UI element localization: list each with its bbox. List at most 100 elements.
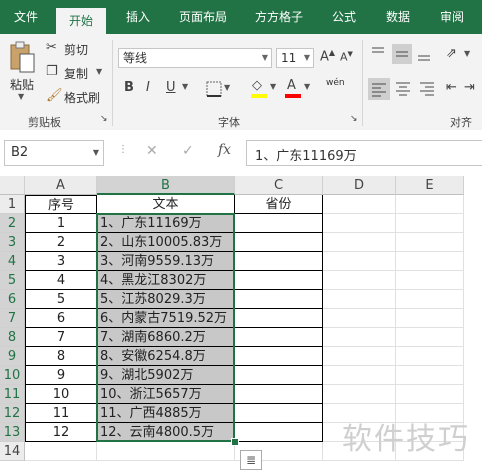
header-cell[interactable]: [396, 195, 464, 214]
cancel-icon[interactable]: ✕: [146, 143, 158, 159]
table-cell[interactable]: [396, 328, 464, 347]
table-cell[interactable]: [235, 309, 323, 328]
table-cell[interactable]: [323, 252, 396, 271]
bold-button[interactable]: B: [124, 80, 134, 95]
table-cell[interactable]: [235, 233, 323, 252]
table-cell[interactable]: [323, 233, 396, 252]
table-cell-text[interactable]: 12、云南4800.5万: [97, 423, 235, 442]
table-cell[interactable]: [396, 252, 464, 271]
function-icon[interactable]: fx: [218, 142, 231, 158]
row-header-14[interactable]: 14: [0, 442, 25, 461]
column-header-d[interactable]: D: [323, 176, 396, 195]
phonetic-guide-button[interactable]: wén: [326, 78, 345, 88]
table-cell-text[interactable]: 3、河南9559.13万: [97, 252, 235, 271]
table-cell-text[interactable]: 10、浙江5657万: [97, 385, 235, 404]
row-header-7[interactable]: 7: [0, 309, 25, 328]
table-cell[interactable]: [235, 214, 323, 233]
table-cell[interactable]: [396, 214, 464, 233]
table-cell-index[interactable]: 11: [25, 404, 97, 423]
copy-button[interactable]: ❐ 复制 ▼: [46, 64, 110, 82]
row-header-4[interactable]: 4: [0, 252, 25, 271]
tab-page-layout[interactable]: 页面布局: [170, 0, 236, 34]
column-header-b[interactable]: B: [97, 176, 235, 195]
table-cell[interactable]: [323, 309, 396, 328]
orientation-button[interactable]: ⇗ ▼: [446, 46, 476, 64]
table-cell[interactable]: [235, 290, 323, 309]
row-header-8[interactable]: 8: [0, 328, 25, 347]
table-cell-text[interactable]: 2、山东10005.83万: [97, 233, 235, 252]
table-cell-index[interactable]: 7: [25, 328, 97, 347]
tab-home[interactable]: 开始: [56, 8, 106, 34]
tab-data[interactable]: 数据: [376, 0, 420, 34]
align-right-button[interactable]: [418, 80, 436, 98]
increase-font-icon[interactable]: A▲: [320, 48, 335, 64]
table-cell[interactable]: [323, 214, 396, 233]
row-header-11[interactable]: 11: [0, 385, 25, 404]
table-cell[interactable]: [235, 385, 323, 404]
font-color-button[interactable]: A ▼: [284, 78, 314, 100]
column-header-c[interactable]: C: [235, 176, 323, 195]
table-cell-text[interactable]: 1、广东11169万: [97, 214, 235, 233]
row-header-5[interactable]: 5: [0, 271, 25, 290]
table-cell[interactable]: [235, 366, 323, 385]
row-header-13[interactable]: 13: [0, 423, 25, 442]
quick-analysis-icon[interactable]: ≣: [240, 450, 262, 470]
align-top-button[interactable]: [370, 46, 388, 64]
check-icon[interactable]: ✓: [182, 143, 194, 159]
decrease-indent-icon[interactable]: ⇤: [446, 80, 457, 95]
table-cell-index[interactable]: 3: [25, 252, 97, 271]
table-cell-index[interactable]: 12: [25, 423, 97, 442]
table-cell[interactable]: [396, 271, 464, 290]
table-cell-text[interactable]: 7、湖南6860.2万: [97, 328, 235, 347]
chevron-down-icon[interactable]: ▼: [182, 82, 188, 91]
format-painter-button[interactable]: 🖌 格式刷: [46, 88, 106, 106]
row-header-2[interactable]: 2: [0, 214, 25, 233]
increase-indent-icon[interactable]: ⇥: [464, 80, 475, 95]
font-name-select[interactable]: 等线 ▼: [118, 48, 272, 68]
italic-button[interactable]: I: [146, 80, 150, 95]
table-cell[interactable]: [323, 347, 396, 366]
align-bottom-button[interactable]: [416, 46, 434, 64]
formula-input[interactable]: 1、广东11169万: [246, 140, 482, 166]
table-cell-text[interactable]: 11、广西4885万: [97, 404, 235, 423]
align-middle-button[interactable]: [392, 44, 412, 64]
row-header-9[interactable]: 9: [0, 347, 25, 366]
table-cell[interactable]: [235, 423, 323, 442]
table-cell[interactable]: [396, 290, 464, 309]
row-header-10[interactable]: 10: [0, 366, 25, 385]
cut-button[interactable]: ✂ 剪切: [46, 40, 106, 58]
table-cell-text[interactable]: 5、江苏8029.3万: [97, 290, 235, 309]
paste-button[interactable]: 粘贴 ▼: [6, 38, 40, 106]
row-header-6[interactable]: 6: [0, 290, 25, 309]
column-header-a[interactable]: A: [25, 176, 97, 195]
table-cell[interactable]: [396, 309, 464, 328]
row-header-3[interactable]: 3: [0, 233, 25, 252]
tab-file[interactable]: 文件: [6, 0, 46, 34]
header-cell[interactable]: 序号: [25, 195, 97, 214]
table-cell[interactable]: [235, 252, 323, 271]
table-cell[interactable]: [396, 347, 464, 366]
decrease-font-icon[interactable]: A▼: [340, 50, 353, 64]
table-cell[interactable]: [323, 290, 396, 309]
table-cell[interactable]: [25, 442, 97, 461]
header-cell[interactable]: 省份: [235, 195, 323, 214]
table-cell[interactable]: [235, 347, 323, 366]
table-cell[interactable]: [97, 442, 235, 461]
column-header-e[interactable]: E: [396, 176, 464, 195]
table-cell-text[interactable]: 4、黑龙江8302万: [97, 271, 235, 290]
table-cell[interactable]: [235, 328, 323, 347]
table-cell[interactable]: [235, 271, 323, 290]
row-header-1[interactable]: 1: [0, 195, 25, 214]
select-all-corner[interactable]: [0, 176, 25, 195]
table-cell-index[interactable]: 5: [25, 290, 97, 309]
table-cell-text[interactable]: 9、湖北5902万: [97, 366, 235, 385]
tab-review[interactable]: 审阅: [430, 0, 474, 34]
fill-handle[interactable]: [231, 438, 239, 446]
tab-insert[interactable]: 插入: [116, 0, 160, 34]
font-launcher-icon[interactable]: ↘: [350, 114, 358, 124]
tab-fangfang[interactable]: 方方格子: [246, 0, 312, 34]
table-cell-text[interactable]: 8、安徽6254.8万: [97, 347, 235, 366]
clipboard-launcher-icon[interactable]: ↘: [100, 114, 108, 124]
tab-formulas[interactable]: 公式: [322, 0, 366, 34]
underline-button[interactable]: U: [166, 80, 176, 95]
